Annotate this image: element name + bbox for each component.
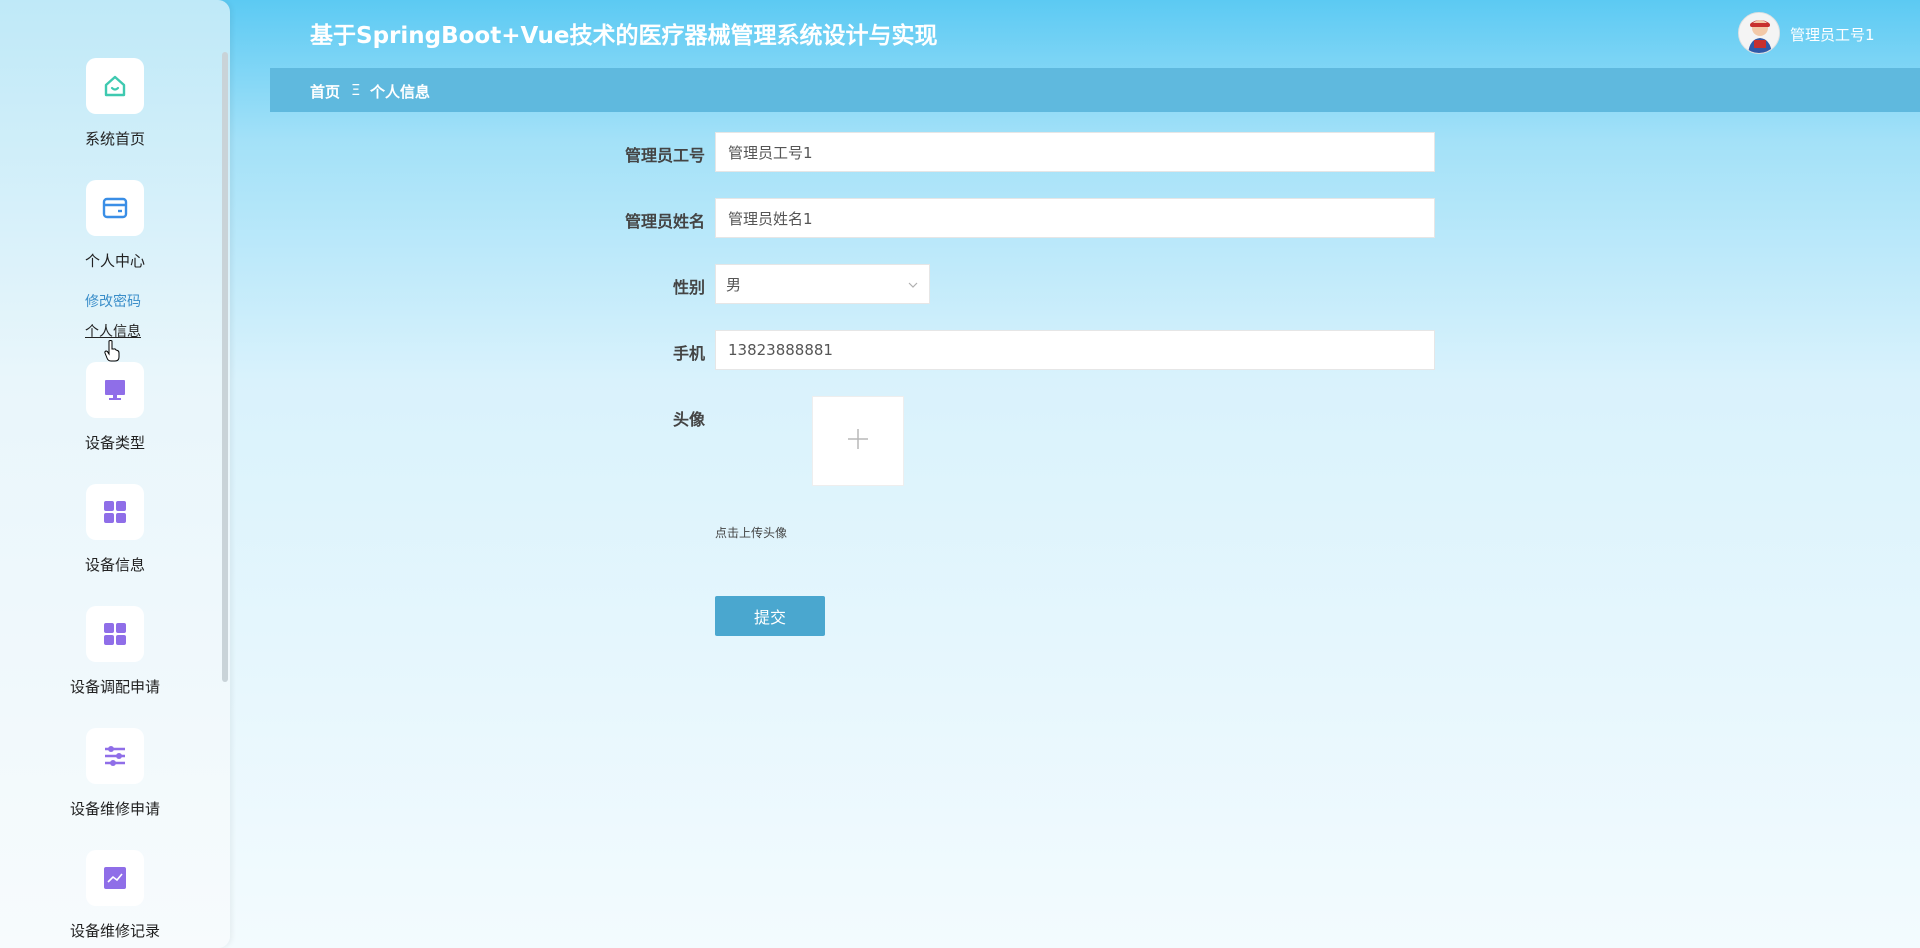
grid-icon — [86, 606, 144, 662]
username[interactable]: 管理员工号1 — [1790, 24, 1875, 45]
avatar-upload[interactable] — [812, 396, 904, 486]
sidebar-scrollbar[interactable] — [220, 0, 230, 948]
upload-tip: 点击上传头像 — [715, 526, 788, 540]
app-title: 基于SpringBoot+Vue技术的医疗器械管理系统设计与实现 — [310, 23, 938, 49]
admin-name-field[interactable]: 管理员姓名1 — [715, 198, 1435, 238]
field-label-id: 管理员工号 — [624, 146, 705, 165]
sidebar-item-label: 设备维修记录 — [69, 922, 160, 940]
phone-field[interactable]: 13823888881 — [715, 330, 1435, 370]
sidebar-item-label: 设备信息 — [84, 556, 145, 574]
submit-button[interactable]: 提交 — [715, 596, 825, 636]
breadcrumb-current: 个人信息 — [370, 83, 431, 101]
plus-icon — [846, 427, 870, 455]
sidebar-item-label: 个人中心 — [84, 252, 145, 270]
field-label-avatar: 头像 — [672, 410, 705, 429]
sidebar: 系统首页 个人中心 修改密码 个人信息 设备类型 设备信息 设备调配申请 设备维… — [0, 0, 230, 948]
sidebar-item-label: 设备类型 — [84, 434, 145, 452]
sidebar-item-label: 设备调配申请 — [69, 678, 160, 696]
grid-icon — [86, 484, 144, 540]
sidebar-subitem-personal-info[interactable]: 个人信息 — [85, 321, 141, 341]
field-label-phone: 手机 — [672, 344, 705, 363]
breadcrumb-separator-icon: Ξ — [351, 81, 361, 99]
breadcrumb: 首页 Ξ 个人信息 — [270, 68, 1920, 112]
sidebar-scrollbar-thumb[interactable] — [222, 52, 228, 682]
sliders-icon — [86, 728, 144, 784]
gender-select[interactable]: 男 — [715, 264, 930, 304]
admin-id-value: 管理员工号1 — [728, 143, 813, 162]
card-icon — [86, 180, 144, 236]
gender-value: 男 — [726, 275, 742, 294]
sidebar-item-label: 系统首页 — [84, 130, 145, 148]
top-header: 基于SpringBoot+Vue技术的医疗器械管理系统设计与实现 管理员工号1 — [230, 0, 1920, 68]
admin-id-field[interactable]: 管理员工号1 — [715, 132, 1435, 172]
field-label-gender: 性别 — [672, 278, 705, 297]
field-label-name: 管理员姓名 — [624, 212, 705, 231]
monitor-icon — [86, 362, 144, 418]
sidebar-item-label: 设备维修申请 — [69, 800, 160, 818]
phone-value: 13823888881 — [728, 341, 833, 359]
chevron-down-icon — [907, 277, 919, 295]
admin-name-value: 管理员姓名1 — [728, 209, 813, 228]
chart-icon — [86, 850, 144, 906]
breadcrumb-home[interactable]: 首页 — [310, 81, 340, 102]
sidebar-subitem-change-password[interactable]: 修改密码 — [85, 291, 141, 311]
avatar[interactable] — [1738, 12, 1780, 54]
home-icon — [86, 58, 144, 114]
